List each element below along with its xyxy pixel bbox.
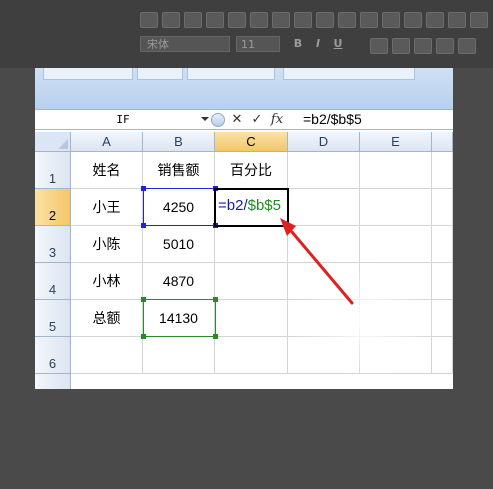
formula-buttons: ✕ ✓ fx [211,110,295,129]
cell-d3[interactable] [288,226,360,263]
reference-handle[interactable] [141,334,146,339]
column-header-c[interactable]: C [215,132,288,152]
enter-icon[interactable]: ✓ [249,112,265,128]
background-ribbon: 宋体 11 B I U [0,0,493,68]
column-header-f[interactable] [432,132,453,152]
ribbon-group [137,68,183,80]
ribbon-button[interactable] [382,12,400,28]
cell-f2[interactable] [432,189,453,226]
cell-b6[interactable] [143,337,215,374]
cell-c5[interactable] [215,300,288,337]
cell-b1[interactable]: 销售额 [143,152,215,189]
column-header-e[interactable]: E [360,132,432,152]
cell-c3[interactable] [215,226,288,263]
ribbon-button[interactable] [404,12,422,28]
ribbon-button[interactable] [206,12,224,28]
ribbon-button[interactable] [470,12,488,28]
ribbon-button[interactable] [316,12,334,28]
reference-handle[interactable] [141,297,146,302]
ribbon-band [35,68,453,109]
underline-button[interactable]: U [330,36,346,52]
ribbon-group [283,68,415,80]
cancel-icon[interactable]: ✕ [229,112,245,128]
cell-a1[interactable]: 姓名 [71,152,143,189]
row-header-2[interactable]: 2 [35,189,71,226]
font-size-select[interactable]: 11 [236,36,280,52]
align-left-icon[interactable] [370,38,388,54]
formula-bar-handle-icon[interactable] [211,112,225,127]
row-header-6[interactable]: 6 [35,337,71,374]
cell-d1[interactable] [288,152,360,189]
row-header-4[interactable]: 4 [35,263,71,300]
reference-handle[interactable] [213,297,218,302]
ribbon-button[interactable] [272,12,290,28]
dropdown-arrow-icon[interactable] [201,117,209,121]
cell-c4[interactable] [215,263,288,300]
align-center-icon[interactable] [392,38,410,54]
cell-e1[interactable] [360,152,432,189]
reference-handle[interactable] [213,334,218,339]
formula-input[interactable]: =b2/$b$5 [303,110,362,129]
cell-c1[interactable]: 百分比 [215,152,288,189]
reference-handle[interactable] [213,186,218,191]
cell-b2[interactable]: 4250 [143,189,215,226]
ribbon-button[interactable] [360,12,378,28]
column-header-b[interactable]: B [143,132,215,152]
cell-a6[interactable] [71,337,143,374]
formula-part-absolute: $b$5 [247,197,281,214]
bold-button[interactable]: B [290,36,306,52]
cell-a4[interactable]: 小林 [71,263,143,300]
cell-c2-edit-text[interactable]: =b2/$b$5 [218,197,281,214]
row-header-7[interactable] [35,374,71,389]
row-header-1[interactable]: 1 [35,152,71,189]
align-right-icon[interactable] [414,38,432,54]
column-header-a[interactable]: A [71,132,143,152]
formula-bar: IF ✕ ✓ fx =b2/$b$5 [35,109,453,130]
cell-a2[interactable]: 小王 [71,189,143,226]
ribbon-button[interactable] [140,12,158,28]
column-header-d[interactable]: D [288,132,360,152]
reference-handle[interactable] [141,223,146,228]
ribbon-button[interactable] [294,12,312,28]
font-name-select[interactable]: 宋体 [140,36,230,52]
ribbon-button[interactable] [426,12,444,28]
row-header-3[interactable]: 3 [35,226,71,263]
cell-f3[interactable] [432,226,453,263]
ribbon-group [43,68,133,80]
merge-icon[interactable] [458,38,476,54]
cell-b5[interactable]: 14130 [143,300,215,337]
ribbon-button[interactable] [448,12,466,28]
cell-f1[interactable] [432,152,453,189]
ribbon-button[interactable] [184,12,202,28]
row-header-5[interactable]: 5 [35,300,71,337]
ribbon-button[interactable] [228,12,246,28]
indent-icon[interactable] [436,38,454,54]
quick-toolbar [140,10,488,30]
cell-e2[interactable] [360,189,432,226]
cell-e3[interactable] [360,226,432,263]
cell-a3[interactable]: 小陈 [71,226,143,263]
ribbon-button[interactable] [250,12,268,28]
italic-button[interactable]: I [310,36,326,52]
reference-handle[interactable] [213,223,218,228]
cell-b3[interactable]: 5010 [143,226,215,263]
select-all-icon [58,139,68,149]
blurred-watermark [290,260,440,380]
function-icon[interactable]: fx [269,112,285,128]
cell-b4[interactable]: 4870 [143,263,215,300]
name-box[interactable]: IF [35,110,211,129]
select-all-corner[interactable] [35,132,71,152]
cell-c6[interactable] [215,337,288,374]
ribbon-button[interactable] [162,12,180,28]
ribbon-button[interactable] [338,12,356,28]
cell-d2[interactable] [288,189,360,226]
reference-handle[interactable] [141,186,146,191]
ribbon-group [187,68,275,80]
cell-a5[interactable]: 总额 [71,300,143,337]
formula-part-relative: =b2/ [218,197,248,214]
align-toolbar [370,36,476,56]
